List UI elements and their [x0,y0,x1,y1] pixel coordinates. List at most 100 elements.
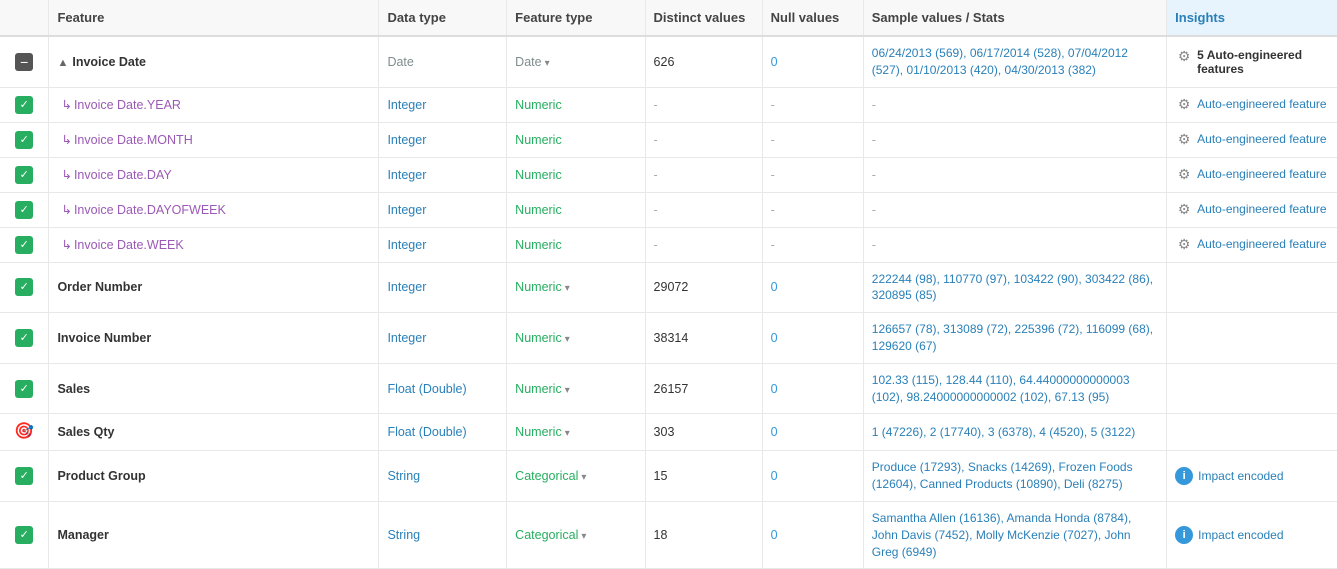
distinct-header: Distinct values [645,0,762,36]
table-row: − ▲Invoice Date Date Date▾ 626 0 06/24/2… [0,36,1337,87]
feature-name: ▲Invoice Date [57,55,146,69]
sample-value: - [872,238,876,252]
checkbox-green[interactable]: ✓ [15,278,33,296]
distinct-value: - [654,168,658,182]
distinct-cell: 29072 [645,262,762,313]
check-header [0,0,49,36]
insights-cell: ⚙ Auto-engineered feature [1167,122,1337,157]
checkbox-green[interactable]: ✓ [15,96,33,114]
feature-cell: Manager [49,501,379,568]
check-cell: − [0,36,49,87]
expand-arrow-icon[interactable]: ▲ [57,57,68,69]
features-table: Feature Data type Feature type Distinct … [0,0,1337,569]
feature-cell: Product Group [49,451,379,502]
checkbox-green[interactable]: ✓ [15,467,33,485]
sample-cell: 06/24/2013 (569), 06/17/2014 (528), 07/0… [863,36,1166,87]
sample-value: Samantha Allen (16136), Amanda Honda (87… [872,511,1132,559]
null-value: - [771,203,775,217]
gear-icon: ⚙ [1175,201,1193,219]
feature-type-dropdown[interactable]: ▾ [581,472,586,483]
checkbox-minus[interactable]: − [15,53,33,71]
check-cell: 🎯 [0,414,49,451]
insights-impact-encoded: i Impact encoded [1175,467,1329,485]
table-row: ✓ Order Number Integer Numeric▾ 29072 0 … [0,262,1337,313]
checkbox-green[interactable]: ✓ [15,329,33,347]
sample-value: - [872,168,876,182]
feature-type-value: Date [515,55,541,69]
feature-name: Product Group [57,469,145,483]
datatype-cell: Integer [379,313,507,364]
sub-arrow-icon: ↳ [61,203,71,217]
sample-value: Produce (17293), Snacks (14269), Frozen … [872,460,1133,491]
feature-type-dropdown[interactable]: ▾ [565,385,570,396]
feature-type-dropdown[interactable]: ▾ [565,283,570,294]
sample-cell: - [863,157,1166,192]
feature-header: Feature [49,0,379,36]
null-value: 0 [771,382,778,396]
datatype-cell: Float (Double) [379,414,507,451]
features-table-container: Feature Data type Feature type Distinct … [0,0,1337,569]
sample-value: 06/24/2013 (569), 06/17/2014 (528), 07/0… [872,46,1128,77]
feature-type-dropdown[interactable]: ▾ [581,531,586,542]
distinct-cell: - [645,87,762,122]
insights-link-text[interactable]: Auto-engineered feature [1197,166,1326,183]
datatype-cell: Date [379,36,507,87]
featuretype-cell: Numeric▾ [507,313,645,364]
datatype-header: Data type [379,0,507,36]
null-value: - [771,238,775,252]
sub-arrow-icon: ↳ [61,238,71,252]
feature-sub-name: ↳Invoice Date.WEEK [57,238,183,252]
sample-cell: - [863,87,1166,122]
data-type-value: String [387,528,420,542]
feature-type-value: Numeric [515,331,562,345]
insights-auto-text: 5 Auto-engineered features [1197,48,1302,76]
insights-link-text[interactable]: Auto-engineered feature [1197,236,1326,253]
sample-value: - [872,98,876,112]
table-row: ✓ Sales Float (Double) Numeric▾ 26157 0 … [0,363,1337,414]
table-row: ✓ Invoice Number Integer Numeric▾ 38314 … [0,313,1337,364]
checkbox-green[interactable]: ✓ [15,380,33,398]
insights-link-text[interactable]: Auto-engineered feature [1197,201,1326,218]
datatype-cell: Integer [379,157,507,192]
feature-type-value: Numeric [515,133,562,147]
insights-link-text[interactable]: Auto-engineered feature [1197,96,1326,113]
feature-type-value: Categorical [515,469,578,483]
distinct-cell: 303 [645,414,762,451]
feature-name: Invoice Number [57,331,151,345]
table-header-row: Feature Data type Feature type Distinct … [0,0,1337,36]
checkbox-green[interactable]: ✓ [15,201,33,219]
null-value: 0 [771,280,778,294]
feature-type-dropdown[interactable]: ▾ [565,334,570,345]
feature-type-dropdown[interactable]: ▾ [565,428,570,439]
featuretype-cell: Numeric▾ [507,363,645,414]
gear-icon: ⚙ [1175,96,1193,114]
feature-type-value: Numeric [515,168,562,182]
feature-type-value: Numeric [515,98,562,112]
null-cell: 0 [762,363,863,414]
feature-cell: ↳Invoice Date.YEAR [49,87,379,122]
insights-cell: i Impact encoded [1167,501,1337,568]
distinct-value: 303 [654,425,675,439]
insights-link-text[interactable]: Auto-engineered feature [1197,131,1326,148]
insights-cell: ⚙ 5 Auto-engineered features [1167,36,1337,87]
feature-cell: ↳Invoice Date.MONTH [49,122,379,157]
null-cell: 0 [762,451,863,502]
feature-cell: ↳Invoice Date.DAY [49,157,379,192]
insights-cell: ⚙ Auto-engineered feature [1167,192,1337,227]
feature-type-value: Categorical [515,528,578,542]
check-cell: ✓ [0,227,49,262]
insights-cell [1167,414,1337,451]
checkbox-green[interactable]: ✓ [15,166,33,184]
feature-type-dropdown[interactable]: ▾ [545,58,550,69]
feature-name: Sales [57,382,90,396]
check-cell: ✓ [0,501,49,568]
feature-name: Order Number [57,280,142,294]
distinct-value: - [654,203,658,217]
featuretype-cell: Numeric [507,87,645,122]
checkbox-green[interactable]: ✓ [15,131,33,149]
feature-cell: ↳Invoice Date.WEEK [49,227,379,262]
checkbox-green[interactable]: ✓ [15,526,33,544]
sample-value: - [872,133,876,147]
datatype-cell: String [379,451,507,502]
checkbox-green[interactable]: ✓ [15,236,33,254]
